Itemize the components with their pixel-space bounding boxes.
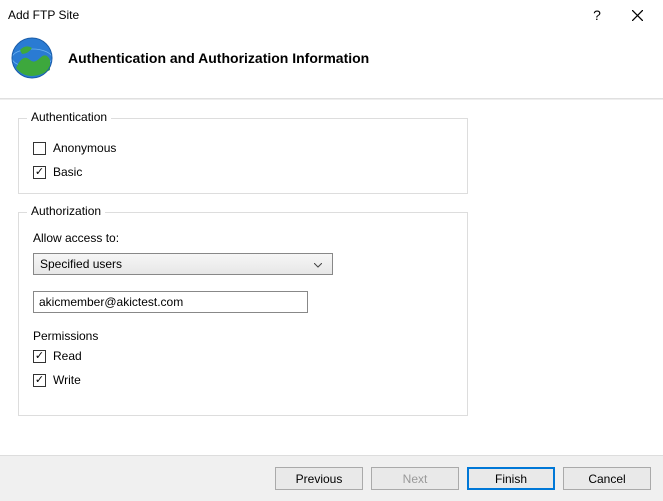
next-button: Next (371, 467, 459, 490)
window-title: Add FTP Site (8, 8, 79, 22)
chevron-down-icon (310, 257, 326, 271)
authorization-group: Authorization Allow access to: Specified… (18, 212, 468, 416)
write-label: Write (53, 373, 81, 387)
authentication-legend: Authentication (27, 110, 111, 124)
basic-checkbox[interactable] (33, 166, 46, 179)
permissions-legend: Permissions (33, 329, 453, 343)
write-checkbox[interactable] (33, 374, 46, 387)
wizard-content: Authentication Anonymous Basic Authoriza… (0, 100, 663, 444)
read-checkbox-row[interactable]: Read (33, 349, 453, 363)
read-checkbox[interactable] (33, 350, 46, 363)
basic-label: Basic (53, 165, 82, 179)
finish-button[interactable]: Finish (467, 467, 555, 490)
wizard-header: Authentication and Authorization Informa… (0, 30, 663, 98)
users-input-value: akicmember@akictest.com (39, 295, 183, 309)
page-title: Authentication and Authorization Informa… (68, 50, 369, 66)
globe-icon (10, 36, 54, 80)
basic-checkbox-row[interactable]: Basic (33, 165, 453, 179)
selected-option-text: Specified users (40, 257, 310, 271)
close-icon (632, 10, 643, 21)
anonymous-label: Anonymous (53, 141, 116, 155)
anonymous-checkbox[interactable] (33, 142, 46, 155)
wizard-footer: Previous Next Finish Cancel (0, 455, 663, 501)
help-button[interactable]: ? (577, 1, 617, 29)
previous-button[interactable]: Previous (275, 467, 363, 490)
allow-access-label: Allow access to: (33, 231, 453, 245)
anonymous-checkbox-row[interactable]: Anonymous (33, 141, 453, 155)
authorization-legend: Authorization (27, 204, 105, 218)
read-label: Read (53, 349, 82, 363)
cancel-button[interactable]: Cancel (563, 467, 651, 490)
authentication-group: Authentication Anonymous Basic (18, 118, 468, 194)
allow-access-select[interactable]: Specified users (33, 253, 333, 275)
write-checkbox-row[interactable]: Write (33, 373, 453, 387)
titlebar: Add FTP Site ? (0, 0, 663, 30)
users-input[interactable]: akicmember@akictest.com (33, 291, 308, 313)
close-button[interactable] (617, 1, 657, 29)
